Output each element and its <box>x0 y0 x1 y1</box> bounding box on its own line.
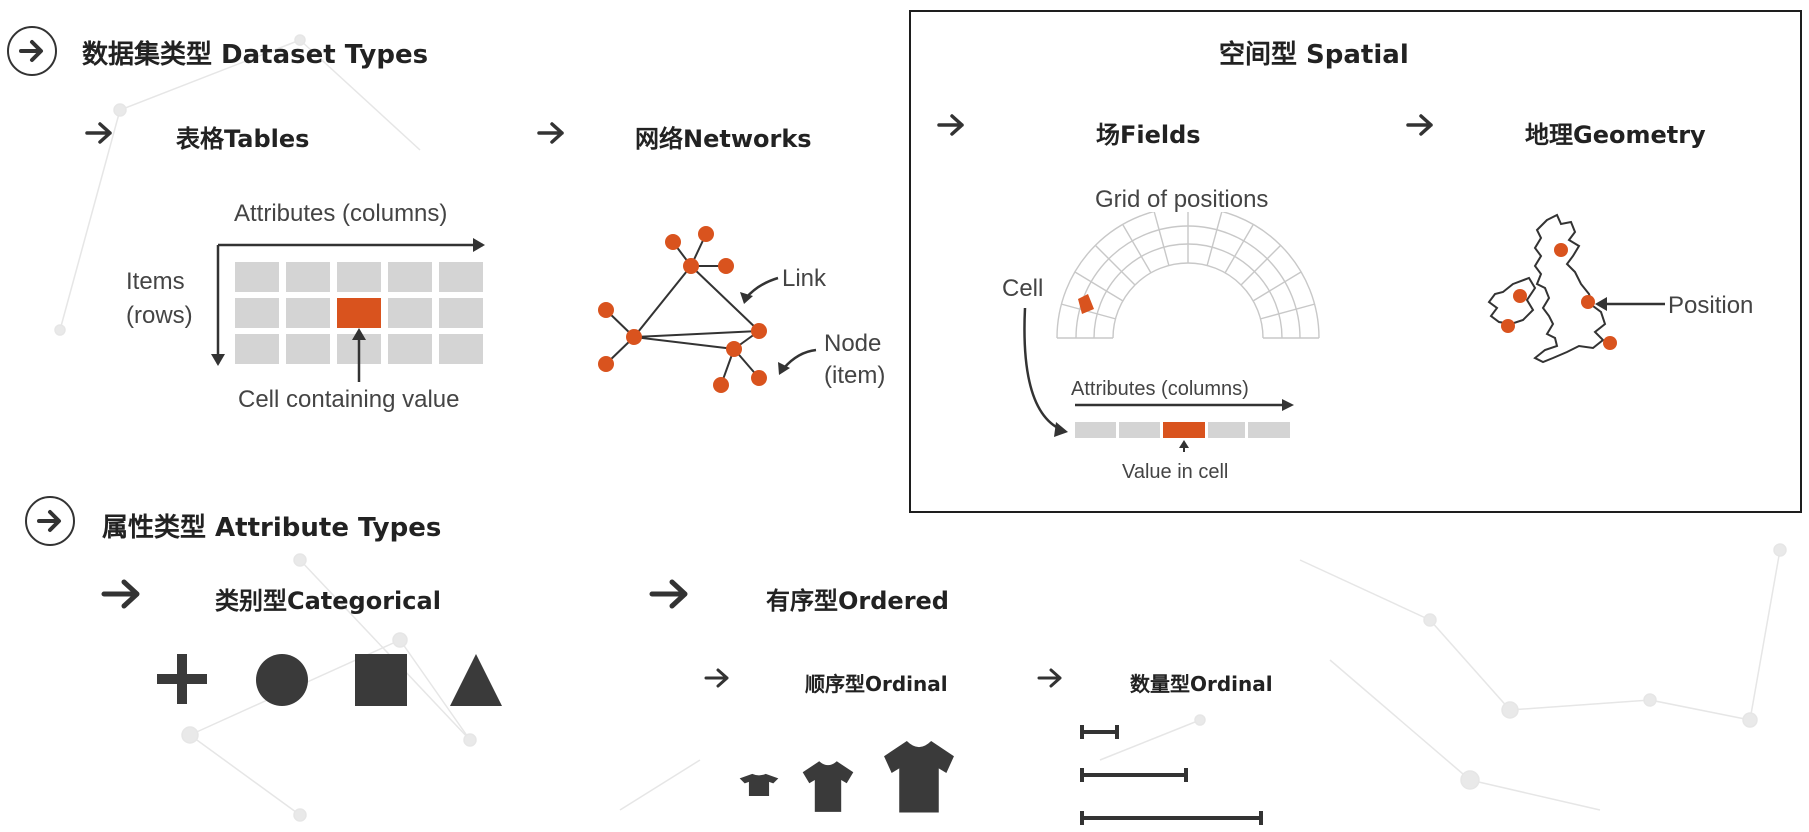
networks-title: 网络Networks <box>635 125 812 153</box>
triangle-icon <box>450 654 502 706</box>
arrow-icon <box>537 122 564 144</box>
highlighted-grid-cell <box>1078 294 1094 314</box>
network-diagram <box>598 226 817 393</box>
categorical-shapes <box>157 654 502 706</box>
categorical-title: 类别型Categorical <box>215 587 441 615</box>
square-icon <box>355 654 407 706</box>
tables-cell-label: Cell containing value <box>238 386 460 413</box>
arrow-icon <box>85 122 112 144</box>
plus-icon <box>157 654 207 704</box>
tables-rows-label: (rows) <box>126 302 193 329</box>
section-arrow-icon <box>7 26 57 76</box>
tshirt-small-icon <box>739 773 779 796</box>
highlighted-value-cell <box>1163 422 1205 438</box>
geometry-map <box>1487 213 1665 364</box>
geometry-title: 地理Geometry <box>1525 121 1706 149</box>
network-item-label: (item) <box>824 362 886 389</box>
ordinal-title: 顺序型Ordinal <box>805 672 948 696</box>
arrow-icon <box>1037 668 1062 688</box>
arrow-icon <box>937 114 964 136</box>
tshirt-medium-icon <box>802 761 854 812</box>
spatial-title: 空间型 Spatial <box>1219 40 1409 70</box>
quantitative-bars <box>1080 725 1263 825</box>
arrow-icon <box>1406 114 1433 136</box>
geometry-position-label: Position <box>1668 292 1754 319</box>
circle-icon <box>256 654 308 706</box>
arrow-icon <box>101 579 140 609</box>
table-diagram <box>211 238 485 382</box>
fields-value-label: Value in cell <box>1122 461 1229 483</box>
tshirt-large-icon <box>884 741 954 813</box>
network-node-label: Node <box>824 330 882 357</box>
ordered-title: 有序型Ordered <box>766 587 949 615</box>
highlighted-cell <box>337 298 381 328</box>
tables-title: 表格Tables <box>176 125 310 153</box>
dataset-types-title: 数据集类型 Dataset Types <box>82 40 429 70</box>
fields-diagram <box>1023 212 1320 452</box>
section-arrow-icon <box>25 496 75 546</box>
quantitative-title: 数量型Ordinal <box>1130 672 1273 696</box>
tables-items-label: Items <box>126 268 185 295</box>
fields-grid-label: Grid of positions <box>1095 186 1269 213</box>
attribute-types-title: 属性类型 Attribute Types <box>102 513 442 543</box>
arrow-icon <box>704 668 729 688</box>
arrow-icon <box>649 579 688 609</box>
tables-attributes-label: Attributes (columns) <box>234 200 448 227</box>
fields-title: 场Fields <box>1096 121 1201 149</box>
